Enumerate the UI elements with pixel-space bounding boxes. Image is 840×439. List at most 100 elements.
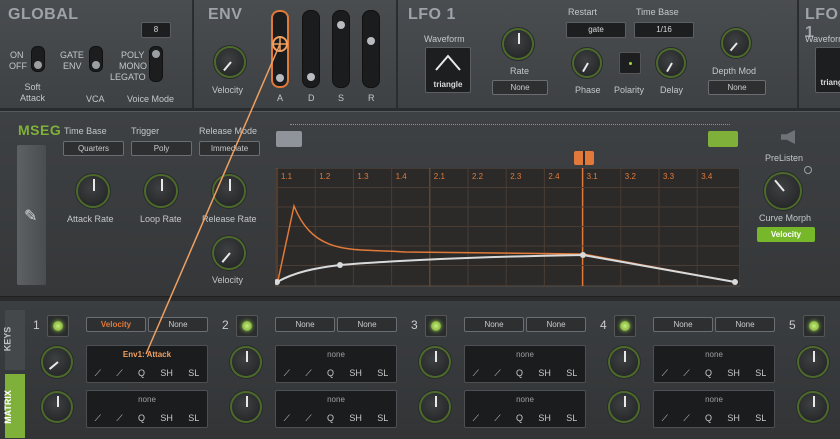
slot-enable-button[interactable] xyxy=(425,315,447,337)
sample-hold-toggle[interactable]: SH xyxy=(160,368,173,379)
matrix-tab[interactable]: MATRIX xyxy=(3,374,25,438)
curve-log-icon[interactable]: ⟋ xyxy=(494,368,500,379)
slot-amount-knob[interactable] xyxy=(232,393,260,421)
release-slider[interactable] xyxy=(362,10,380,88)
slot-target-box[interactable]: none ⟋ ⟋ Q SH SL xyxy=(86,390,208,428)
loop-rate-knob[interactable] xyxy=(146,176,176,206)
slot-amount-knob[interactable] xyxy=(610,348,638,376)
slew-limit-toggle[interactable]: SL xyxy=(377,368,388,379)
attack-slider[interactable] xyxy=(271,10,289,88)
mseg-release-mode-select[interactable]: Immediate xyxy=(199,141,260,156)
waveform-selector[interactable]: triangle xyxy=(425,47,471,93)
slot-enable-button[interactable] xyxy=(47,315,69,337)
slew-limit-toggle[interactable]: SL xyxy=(755,413,766,424)
delay-knob[interactable] xyxy=(658,50,684,76)
rate-sync-select[interactable]: None xyxy=(492,80,548,95)
voice-mode-toggle[interactable] xyxy=(149,46,163,82)
envelope-node[interactable] xyxy=(337,262,343,268)
sample-hold-toggle[interactable]: SH xyxy=(538,413,551,424)
loop-start-marker[interactable] xyxy=(276,131,302,147)
curve-linear-icon[interactable]: ⟋ xyxy=(284,413,290,424)
slot-source-2[interactable]: None xyxy=(715,317,775,332)
polarity-button[interactable] xyxy=(619,52,641,74)
slot-amount-knob[interactable] xyxy=(421,348,449,376)
phase-knob[interactable] xyxy=(574,50,600,76)
curve-log-icon[interactable]: ⟋ xyxy=(494,413,500,424)
slot-target-box[interactable]: none ⟋ ⟋ Q SH SL xyxy=(275,390,397,428)
curve-linear-icon[interactable]: ⟋ xyxy=(662,413,668,424)
lfo-rate-knob[interactable] xyxy=(504,30,532,58)
decay-slider[interactable] xyxy=(302,10,320,88)
sample-hold-toggle[interactable]: SH xyxy=(538,368,551,379)
quantize-toggle[interactable]: Q xyxy=(705,368,712,379)
sustain-slider[interactable] xyxy=(332,10,350,88)
sample-hold-toggle[interactable]: SH xyxy=(349,413,362,424)
slot-target-box[interactable]: none ⟋ ⟋ Q SH SL xyxy=(464,345,586,383)
quantize-toggle[interactable]: Q xyxy=(705,413,712,424)
release-rate-knob[interactable] xyxy=(214,176,244,206)
slot-source-1[interactable]: None xyxy=(464,317,524,332)
slew-limit-toggle[interactable]: SL xyxy=(188,413,199,424)
keys-tab[interactable]: KEYS xyxy=(2,310,25,370)
slot-amount-knob[interactable] xyxy=(799,348,827,376)
mseg-trigger-select[interactable]: Poly xyxy=(131,141,192,156)
sample-hold-toggle[interactable]: SH xyxy=(349,368,362,379)
envelope-node[interactable] xyxy=(732,279,738,285)
curve-log-icon[interactable]: ⟋ xyxy=(116,368,122,379)
slot-source-1[interactable]: None xyxy=(653,317,713,332)
slew-limit-toggle[interactable]: SL xyxy=(755,368,766,379)
slot-target-box[interactable]: Env1: Attack ⟋ ⟋ Q SH SL xyxy=(86,345,208,383)
slot-amount-knob[interactable] xyxy=(232,348,260,376)
slew-limit-toggle[interactable]: SL xyxy=(566,368,577,379)
slot-target-box[interactable]: none ⟋ ⟋ Q SH SL xyxy=(653,345,775,383)
attack-rate-knob[interactable] xyxy=(78,176,108,206)
curve-linear-icon[interactable]: ⟋ xyxy=(95,368,101,379)
quantize-toggle[interactable]: Q xyxy=(327,368,334,379)
voice-count-field[interactable]: 8 xyxy=(141,22,171,38)
quantize-toggle[interactable]: Q xyxy=(516,413,523,424)
mseg-timebase-select[interactable]: Quarters xyxy=(63,141,124,156)
vca-toggle[interactable] xyxy=(89,46,103,72)
slot-target-box[interactable]: none ⟋ ⟋ Q SH SL xyxy=(653,390,775,428)
slot-target-box[interactable]: none ⟋ ⟋ Q SH SL xyxy=(464,390,586,428)
slot-enable-button[interactable] xyxy=(236,315,258,337)
curve-linear-icon[interactable]: ⟋ xyxy=(95,413,101,424)
slew-limit-toggle[interactable]: SL xyxy=(188,368,199,379)
mseg-edit-button[interactable]: ✎ xyxy=(17,145,46,285)
depth-mod-knob[interactable] xyxy=(723,30,749,56)
slot-source-2[interactable]: None xyxy=(148,317,208,332)
curve-morph-source[interactable]: Velocity xyxy=(757,227,815,242)
slot-source-2[interactable]: None xyxy=(526,317,586,332)
slew-limit-toggle[interactable]: SL xyxy=(377,413,388,424)
slot-source-2[interactable]: None xyxy=(337,317,397,332)
restart-select[interactable]: gate xyxy=(566,22,626,38)
depth-mod-select[interactable]: None xyxy=(708,80,766,95)
curve-log-icon[interactable]: ⟋ xyxy=(116,413,122,424)
curve-linear-icon[interactable]: ⟋ xyxy=(473,413,479,424)
quantize-toggle[interactable]: Q xyxy=(138,368,145,379)
env-velocity-knob[interactable] xyxy=(216,48,244,76)
curve-linear-icon[interactable]: ⟋ xyxy=(662,368,668,379)
loop-end-marker[interactable] xyxy=(708,131,738,147)
curve-log-icon[interactable]: ⟋ xyxy=(305,413,311,424)
curve-log-icon[interactable]: ⟋ xyxy=(683,413,689,424)
slot-target-box[interactable]: none ⟋ ⟋ Q SH SL xyxy=(275,345,397,383)
timebase-select[interactable]: 1/16 xyxy=(634,22,694,38)
prelisten-led[interactable] xyxy=(804,166,812,174)
curve-linear-icon[interactable]: ⟋ xyxy=(473,368,479,379)
slew-limit-toggle[interactable]: SL xyxy=(566,413,577,424)
sustain-marker-icon[interactable] xyxy=(574,151,594,165)
mseg-velocity-knob[interactable] xyxy=(214,238,244,268)
lfo2-waveform-selector[interactable]: triangle xyxy=(815,47,840,93)
slot-enable-button[interactable] xyxy=(803,315,825,337)
curve-morph-knob[interactable] xyxy=(766,174,800,208)
quantize-toggle[interactable]: Q xyxy=(138,413,145,424)
slot-enable-button[interactable] xyxy=(614,315,636,337)
slot-source-1[interactable]: Velocity xyxy=(86,317,146,332)
envelope-node[interactable] xyxy=(580,252,586,258)
slot-amount-knob[interactable] xyxy=(799,393,827,421)
sample-hold-toggle[interactable]: SH xyxy=(727,368,740,379)
slot-amount-knob[interactable] xyxy=(43,348,71,376)
slot-amount-knob[interactable] xyxy=(421,393,449,421)
mseg-graph[interactable]: 1.1 1.2 1.3 1.4 2.1 2.2 2.3 2.4 3.1 3.2 3.3 3.4 xyxy=(275,168,740,288)
